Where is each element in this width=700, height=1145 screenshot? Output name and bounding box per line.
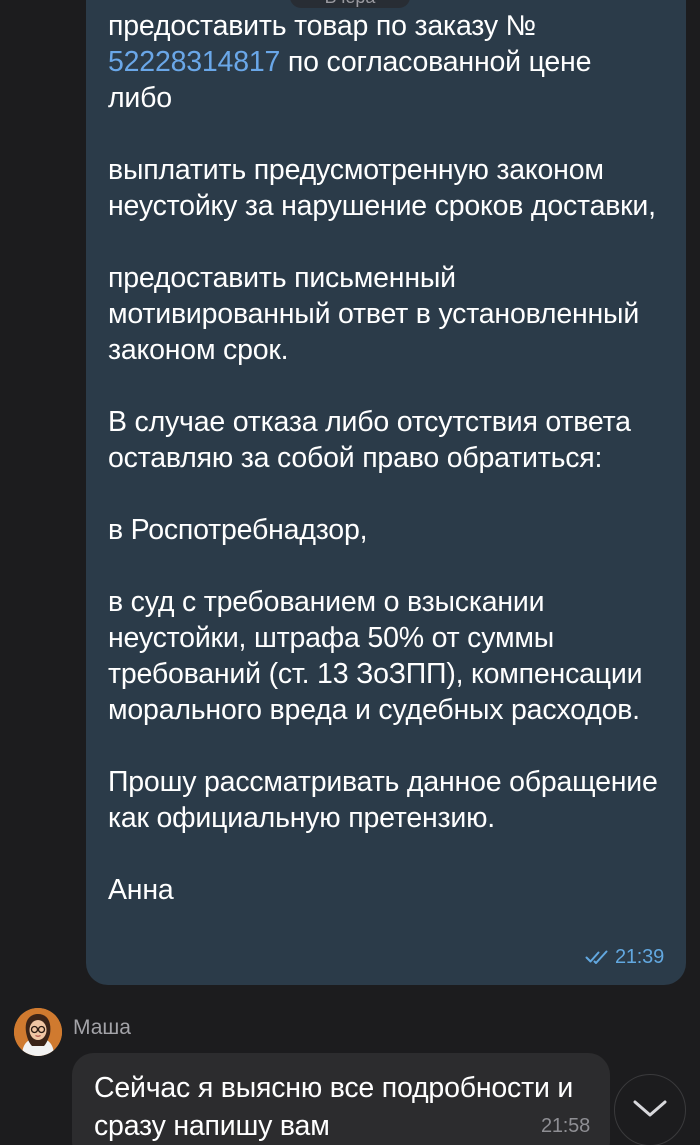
outgoing-message-bubble[interactable]: предоставить товар по заказу № 5222831481…	[86, 0, 686, 985]
incoming-message-text: Сейчас я выясню все подробности и сразу …	[94, 1072, 574, 1142]
order-number-link[interactable]: 52228314817	[108, 46, 280, 78]
chat-view: предоставить товар по заказу № 5222831481…	[0, 0, 700, 1145]
message-paragraph-penalty: выплатить предусмотренную законом неусто…	[108, 154, 656, 222]
message-paragraph-refusal: В случае отказа либо отсутствия ответа о…	[108, 406, 631, 474]
incoming-message-time: 21:58	[540, 1115, 590, 1137]
date-separator: Вчера	[290, 0, 410, 8]
outgoing-message-meta: 21:39	[585, 945, 664, 969]
avatar[interactable]	[14, 1008, 62, 1056]
message-paragraph-court: в суд с требованием о взыскании неустойк…	[108, 586, 643, 726]
message-paragraph-claim: Прошу рассматривать данное обращение как…	[108, 766, 658, 834]
double-check-icon	[585, 949, 611, 965]
outgoing-message-time: 21:39	[614, 946, 664, 968]
message-signature: Анна	[108, 874, 174, 906]
order-prefix-text: предоставить товар по заказу №	[108, 10, 536, 42]
sender-row: Маша	[14, 1008, 131, 1056]
incoming-message-bubble[interactable]: Сейчас я выясню все подробности и сразу …	[72, 1053, 610, 1145]
message-paragraph-order: предоставить товар по заказу № 5222831481…	[108, 8, 660, 116]
scroll-to-bottom-button[interactable]	[614, 1074, 686, 1145]
message-paragraph-response: предоставить письменный мотивированный о…	[108, 262, 640, 366]
chevron-down-icon	[632, 1099, 668, 1124]
sender-name[interactable]: Маша	[73, 1016, 131, 1040]
message-paragraph-authority: в Роспотребнадзор,	[108, 514, 368, 546]
